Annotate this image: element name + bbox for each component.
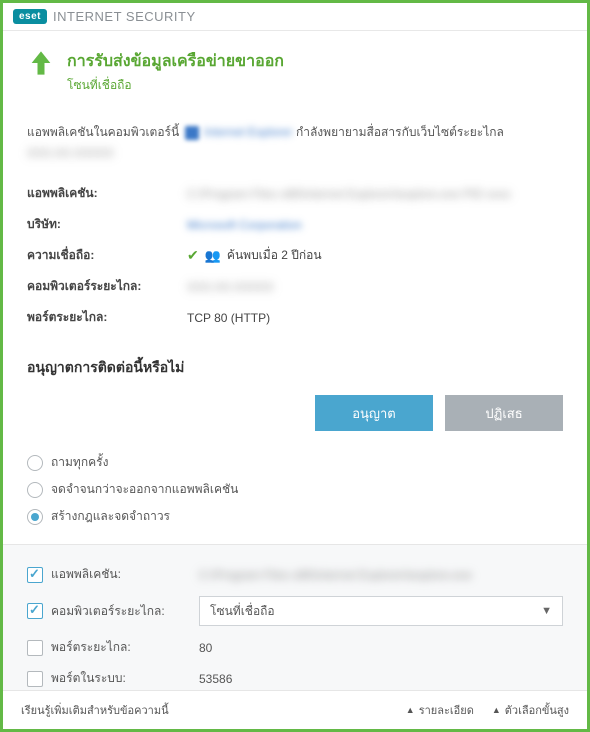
radio-remember-until-quit[interactable]: จดจำจนกว่าจะออกจากแอพพลิเคชัน — [27, 476, 563, 503]
rule-row-application: แอพพลิเคชัน: C:\Program Files x86\Intern… — [27, 559, 563, 590]
select-remote-computer[interactable]: โซนที่เชื่อถือ ▼ — [199, 596, 563, 626]
rule-label-remote-computer: คอมพิวเตอร์ระยะไกล: — [51, 602, 191, 621]
learn-more-label: เรียนรู้เพิ่มเติมสำหรับข้อความนี้ — [21, 701, 169, 719]
label-company: บริษัท: — [27, 215, 187, 234]
button-row: อนุญาต ปฏิเสธ — [27, 395, 563, 431]
rule-value-remote-port: 80 — [199, 641, 563, 655]
radio-create-rule[interactable]: สร้างกฎและจดจำถาวร — [27, 503, 563, 530]
rule-label-remote-port: พอร์ตระยะไกล: — [51, 638, 191, 657]
radio-group-remember: ถามทุกครั้ง จดจำจนกว่าจะออกจากแอพพลิเคชั… — [27, 449, 563, 530]
checkbox-local-port[interactable] — [27, 671, 43, 687]
app-icon — [185, 126, 199, 140]
radio-label: จดจำจนกว่าจะออกจากแอพพลิเคชัน — [51, 480, 238, 499]
label-reputation: ความเชื่อถือ: — [27, 246, 187, 265]
rule-value-local-port: 53586 — [199, 672, 563, 686]
checkbox-remote-computer[interactable] — [27, 603, 43, 619]
rule-value-application: C:\Program Files x86\Internet Explorer\i… — [199, 568, 472, 582]
radio-icon — [27, 455, 43, 471]
description-suffix: กำลังพยายามสื่อสารกับเว็บไซต์ระยะไกล — [296, 125, 504, 139]
learn-more-link[interactable]: เรียนรู้เพิ่มเติมสำหรับข้อความนี้ — [21, 701, 169, 719]
advanced-label: ตัวเลือกขั้นสูง — [505, 701, 569, 719]
select-value: โซนที่เชื่อถือ — [210, 602, 275, 621]
advanced-toggle[interactable]: ▲ ตัวเลือกขั้นสูง — [492, 701, 569, 719]
deny-button[interactable]: ปฏิเสธ — [445, 395, 563, 431]
value-reputation: ค้นพบเมื่อ 2 ปีก่อน — [227, 246, 322, 265]
label-application: แอพพลิเคชัน: — [27, 184, 187, 203]
radio-icon — [27, 509, 43, 525]
chevron-up-icon: ▲ — [492, 705, 501, 715]
value-remote-computer: XXX.XX.XXXXX — [187, 280, 274, 294]
rule-row-remote-computer: คอมพิวเตอร์ระยะไกล: โซนที่เชื่อถือ ▼ — [27, 590, 563, 632]
rule-row-remote-port: พอร์ตระยะไกล: 80 — [27, 632, 563, 663]
chevron-up-icon: ▲ — [406, 705, 415, 715]
app-name-blurred: Internet Explorer — [204, 125, 293, 139]
rule-label-local-port: พอร์ตในระบบ: — [51, 669, 191, 688]
value-company: Microsoft Corporation — [187, 218, 302, 232]
question-text: อนุญาตการติดต่อนี้หรือไม่ — [27, 357, 563, 379]
site-blurred: XXX.XX.XXXXX — [27, 146, 114, 160]
label-remote-port: พอร์ตระยะไกล: — [27, 308, 187, 327]
checkbox-remote-port[interactable] — [27, 640, 43, 656]
footer: เรียนรู้เพิ่มเติมสำหรับข้อความนี้ ▲ รายล… — [3, 690, 587, 729]
description-line1: แอพพลิเคชันในคอมพิวเตอร์นี้ Internet Exp… — [27, 123, 563, 142]
header: eset INTERNET SECURITY — [3, 3, 587, 31]
description-prefix: แอพพลิเคชันในคอมพิวเตอร์นี้ — [27, 125, 179, 139]
dialog-window: eset INTERNET SECURITY การรับส่งข้อมูลเค… — [0, 0, 590, 732]
row-reputation: ความเชื่อถือ: ✔ 👥 ค้นพบเมื่อ 2 ปีก่อน — [27, 240, 563, 271]
row-remote-computer: คอมพิวเตอร์ระยะไกล: XXX.XX.XXXXX — [27, 271, 563, 302]
radio-label: สร้างกฎและจดจำถาวร — [51, 507, 170, 526]
value-application: C:\Program Files x86\Internet Explorer\i… — [187, 187, 510, 201]
dialog-subtitle: โซนที่เชื่อถือ — [67, 76, 284, 95]
upload-arrow-icon — [27, 49, 55, 77]
label-remote-computer: คอมพิวเตอร์ระยะไกล: — [27, 277, 187, 296]
title-block: การรับส่งข้อมูลเครือข่ายขาออก โซนที่เชื่… — [27, 49, 563, 95]
details-table: แอพพลิเคชัน: C:\Program Files x86\Intern… — [27, 178, 563, 333]
dialog-body: การรับส่งข้อมูลเครือข่ายขาออก โซนที่เชื่… — [3, 31, 587, 690]
details-toggle[interactable]: ▲ รายละเอียด — [406, 701, 474, 719]
rule-row-local-port: พอร์ตในระบบ: 53586 — [27, 663, 563, 690]
description-line2: XXX.XX.XXXXX — [27, 146, 563, 160]
row-remote-port: พอร์ตระยะไกล: TCP 80 (HTTP) — [27, 302, 563, 333]
rule-section: แอพพลิเคชัน: C:\Program Files x86\Intern… — [3, 545, 587, 690]
brand-badge: eset — [13, 9, 47, 24]
checkbox-application[interactable] — [27, 567, 43, 583]
value-remote-port: TCP 80 (HTTP) — [187, 308, 563, 327]
details-label: รายละเอียด — [419, 701, 474, 719]
radio-icon — [27, 482, 43, 498]
rule-label-application: แอพพลิเคชัน: — [51, 565, 191, 584]
chevron-down-icon: ▼ — [541, 605, 552, 617]
brand-text: INTERNET SECURITY — [53, 9, 196, 24]
row-application: แอพพลิเคชัน: C:\Program Files x86\Intern… — [27, 178, 563, 209]
users-icon: 👥 — [205, 248, 221, 264]
check-icon: ✔ — [187, 247, 199, 264]
allow-button[interactable]: อนุญาต — [315, 395, 433, 431]
dialog-title: การรับส่งข้อมูลเครือข่ายขาออก — [67, 49, 284, 74]
radio-ask-every-time[interactable]: ถามทุกครั้ง — [27, 449, 563, 476]
row-company: บริษัท: Microsoft Corporation — [27, 209, 563, 240]
radio-label: ถามทุกครั้ง — [51, 453, 108, 472]
